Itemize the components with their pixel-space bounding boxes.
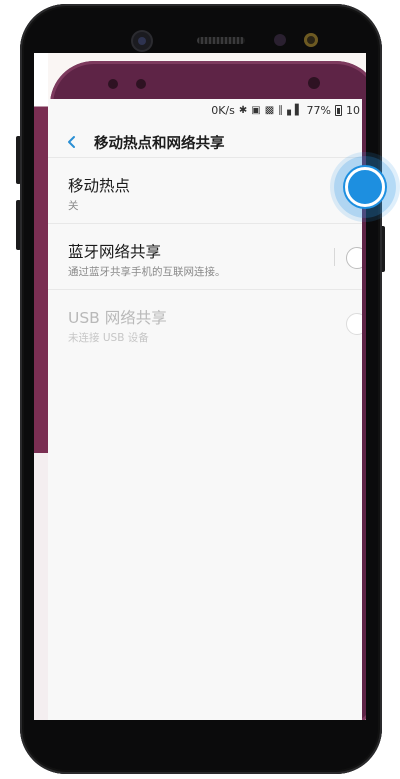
network-speed: 0K/s	[211, 103, 235, 117]
bluetooth-tethering-toggle[interactable]	[346, 247, 362, 269]
mobile-hotspot-status: 关	[68, 200, 79, 212]
front-flash-icon	[304, 33, 318, 47]
usb-tethering-row: USB 网络共享 未连接 USB 设备	[48, 289, 362, 355]
mobile-hotspot-title: 移动热点	[68, 177, 131, 195]
mute-icon: ▩	[264, 104, 275, 116]
status-extra: 10	[346, 103, 360, 117]
front-camera-icon	[133, 32, 151, 50]
app-header: 移动热点和网络共享	[48, 123, 362, 161]
signal-icon: ▖▌	[287, 104, 303, 116]
row-divider	[334, 248, 335, 266]
page-title: 移动热点和网络共享	[94, 135, 225, 152]
status-bar: 0K/s ✱ ▣ ▩ ∥ ▖▌ 77% 10	[48, 99, 362, 121]
proximity-sensor-icon	[274, 34, 286, 46]
bluetooth-tethering-row[interactable]: 蓝牙网络共享 通过蓝牙共享手机的互联网连接。	[48, 223, 362, 289]
screenshot-stage: 0K/s ✱ ▣ ▩ ∥ ▖▌ 77% 10 移动热点和网络共享 移动热点 关	[0, 0, 400, 779]
usb-tethering-toggle	[346, 313, 362, 335]
back-button[interactable]	[58, 128, 86, 156]
wallpaper-edge	[34, 53, 48, 720]
inner-flash-icon	[308, 77, 320, 89]
inner-camera-icon	[108, 79, 118, 89]
nfc-icon: ▣	[251, 104, 261, 116]
mobile-hotspot-toggle[interactable]	[345, 167, 385, 207]
bluetooth-icon: ✱	[238, 104, 248, 116]
earpiece-speaker-icon	[197, 37, 245, 44]
battery-icon	[335, 104, 342, 116]
usb-tethering-status: 未连接 USB 设备	[68, 332, 149, 344]
bluetooth-tethering-title: 蓝牙网络共享	[68, 243, 162, 261]
bluetooth-tethering-description: 通过蓝牙共享手机的互联网连接。	[68, 266, 226, 278]
usb-tethering-title: USB 网络共享	[68, 309, 167, 327]
chevron-left-icon	[68, 136, 75, 148]
inner-sensor-icon	[136, 79, 146, 89]
mobile-hotspot-row[interactable]: 移动热点 关	[48, 157, 362, 223]
battery-percent: 77%	[306, 103, 331, 117]
settings-screen: 0K/s ✱ ▣ ▩ ∥ ▖▌ 77% 10 移动热点和网络共享 移动热点 关	[48, 99, 362, 720]
lte-icon: ∥	[278, 104, 284, 116]
settings-list: 移动热点 关 蓝牙网络共享 通过蓝牙共享手机的互联网连接。 USB 网络共享 未…	[48, 157, 362, 355]
